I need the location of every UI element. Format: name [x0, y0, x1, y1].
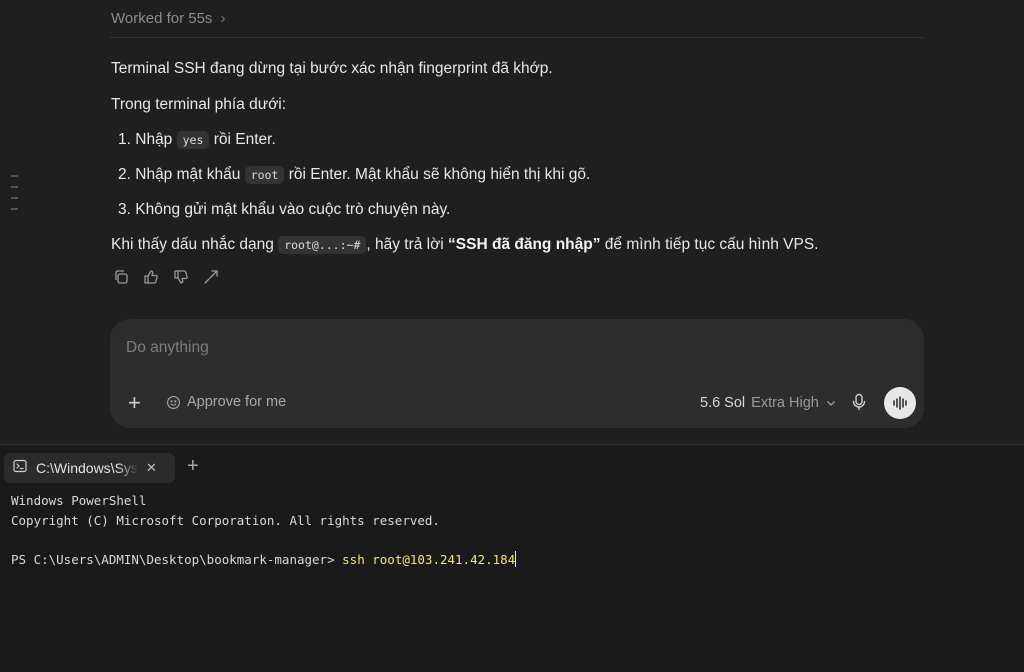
new-tab-button[interactable]: +: [187, 456, 199, 476]
list-number: 2.: [118, 166, 131, 183]
text: Khi thấy dấu nhắc dạng: [111, 236, 274, 253]
thumbs-down-icon[interactable]: [173, 269, 189, 285]
list-text: Nhập mật khẩu: [135, 166, 241, 183]
terminal-output[interactable]: Windows PowerShell Copyright (C) Microsof…: [11, 491, 517, 570]
list-item: 3. Không gửi mật khẩu vào cuộc trò chuyệ…: [118, 200, 450, 220]
message-paragraph: Trong terminal phía dưới:: [111, 96, 287, 113]
prompt-input[interactable]: [124, 338, 908, 358]
terminal-line: Copyright (C) Microsoft Corporation. All…: [11, 512, 440, 528]
worked-label: Worked for 55s: [111, 10, 213, 27]
composer: + Approve for me 5.6 Sol Extra High: [110, 319, 924, 428]
inline-code: root@...:~#: [278, 236, 367, 254]
terminal-prompt-line: PS C:\Users\ADMIN\Desktop\bookmark-manag…: [11, 550, 517, 570]
thumbs-up-icon[interactable]: [143, 269, 159, 285]
message-paragraph: Terminal SSH đang dừng tại bước xác nhận…: [111, 60, 553, 77]
terminal-panel[interactable]: C:\Windows\System32\WindowsPowerShell\v1…: [0, 445, 1024, 672]
terminal-icon: [13, 459, 27, 478]
terminal-line: ​: [11, 530, 516, 550]
close-icon[interactable]: ✕: [146, 460, 157, 476]
bold-text: “SSH đã đăng nhập”: [448, 236, 601, 253]
terminal-prompt: PS C:\Users\ADMIN\Desktop\bookmark-manag…: [11, 551, 343, 567]
model-effort: Extra High: [751, 395, 819, 411]
list-text: Nhập: [135, 131, 173, 148]
list-number: 1.: [118, 131, 131, 148]
microphone-icon[interactable]: [851, 393, 867, 416]
share-icon[interactable]: [203, 269, 219, 285]
inline-code: yes: [176, 131, 210, 149]
smiley-icon: [167, 395, 180, 409]
list-number: 3.: [118, 201, 131, 218]
approve-for-me-button[interactable]: Approve for me: [166, 394, 286, 410]
terminal-tab-label: C:\Windows\System32\WindowsPowerShell\v1…: [36, 460, 138, 476]
message-actions: [113, 269, 219, 285]
voice-mode-button[interactable]: [884, 387, 916, 419]
add-button[interactable]: +: [128, 392, 141, 414]
list-item: 2. Nhập mật khẩu root rồi Enter. Mật khẩ…: [118, 165, 590, 185]
inline-code: root: [244, 166, 285, 184]
chevron-right-icon: ›: [220, 10, 226, 27]
copy-icon[interactable]: [113, 269, 129, 285]
terminal-tab[interactable]: C:\Windows\System32\WindowsPowerShell\v1…: [4, 453, 175, 483]
list-item: 1. Nhập yes rồi Enter.: [118, 130, 276, 150]
waveform-icon: [893, 396, 907, 410]
worked-for-toggle[interactable]: Worked for 55s ›: [111, 10, 225, 27]
terminal-command: ssh root@103.241.42.184: [342, 551, 516, 567]
approve-label: Approve for me: [187, 394, 287, 410]
list-text: rồi Enter.: [213, 131, 276, 148]
model-name: 5.6 Sol: [700, 395, 746, 411]
text-cursor: [515, 550, 517, 567]
chat-panel: Worked for 55s › Terminal SSH đang dừng …: [0, 0, 1024, 444]
terminal-line: Windows PowerShell: [11, 493, 147, 508]
text: để mình tiếp tục cấu hình VPS.: [604, 236, 819, 253]
message-paragraph: Khi thấy dấu nhắc dạng root@...:~#, hãy …: [111, 235, 818, 255]
list-text: Không gửi mật khẩu vào cuộc trò chuyện n…: [135, 201, 451, 218]
chevron-down-icon: [826, 401, 835, 406]
list-text: rồi Enter. Mật khẩu sẽ không hiển thị kh…: [288, 166, 591, 183]
divider: [110, 37, 924, 38]
model-selector[interactable]: 5.6 Sol Extra High: [700, 395, 837, 411]
side-marks: [11, 175, 18, 219]
text: , hãy trả lời: [366, 236, 444, 253]
